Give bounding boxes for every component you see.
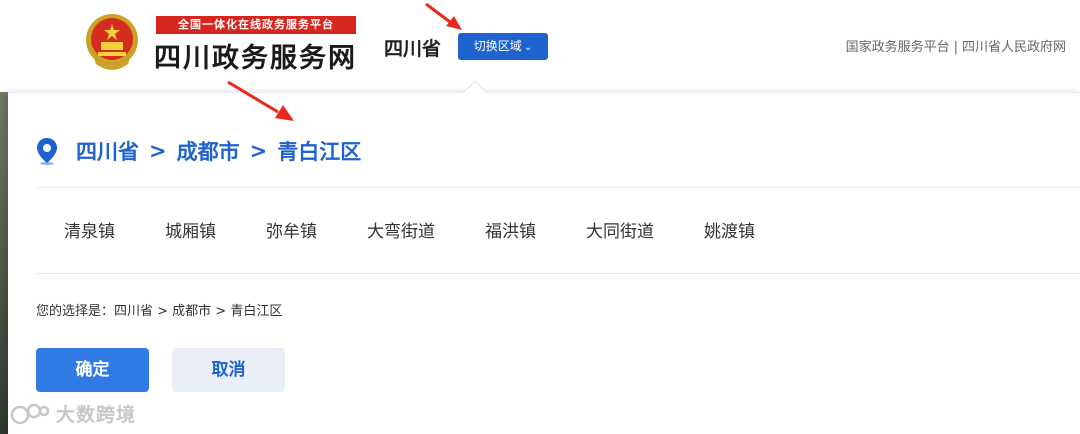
logo-banner: 全国一体化在线政务服务平台 (156, 16, 356, 34)
town-item[interactable]: 清泉镇 (64, 217, 115, 242)
watermark: 大数跨境 (10, 400, 136, 427)
map-pin-icon (37, 138, 57, 165)
link-provincial-government[interactable]: 四川省人民政府网 (962, 40, 1066, 55)
link-national-platform[interactable]: 国家政务服务平台 (846, 40, 950, 55)
panel-pointer-inner (463, 82, 487, 94)
current-region: 四川省 (384, 38, 442, 60)
site-title[interactable]: 四川政务服务网 (154, 36, 357, 75)
watermark-text: 大数跨境 (56, 404, 137, 426)
divider (36, 273, 1080, 274)
town-item[interactable]: 弥牟镇 (266, 217, 317, 242)
selection-summary: 您的选择是：四川省 > 成都市 > 青白江区 (36, 300, 282, 319)
national-emblem-icon (86, 14, 138, 70)
breadcrumb-separator: > (249, 139, 268, 163)
switch-region-label: 切换区域 (473, 39, 522, 53)
site-header: 全国一体化在线政务服务平台 四川政务服务网 四川省 切换区域 ⌄ 国家政务服务平台… (0, 0, 1080, 92)
town-item[interactable]: 城厢镇 (165, 217, 216, 242)
top-links: 国家政务服务平台 | 四川省人民政府网 (846, 36, 1066, 55)
selection-label: 您的选择是： (36, 304, 115, 319)
link-separator: | (953, 40, 958, 55)
breadcrumb-province[interactable]: 四川省 (76, 136, 139, 166)
cancel-button[interactable]: 取消 (172, 348, 285, 392)
breadcrumb-city[interactable]: 成都市 (177, 136, 240, 166)
breadcrumb-separator: > (149, 139, 167, 163)
breadcrumb-district[interactable]: 青白江区 (277, 136, 361, 166)
chevron-down-icon: ⌄ (523, 42, 533, 53)
divider (36, 187, 1080, 188)
background-strip (0, 92, 8, 434)
town-item[interactable]: 大弯街道 (367, 217, 435, 242)
town-item[interactable]: 福洪镇 (485, 217, 536, 242)
town-item[interactable]: 姚渡镇 (704, 217, 755, 242)
confirm-button[interactable]: 确定 (36, 348, 149, 392)
watermark-logo-icon (10, 403, 50, 424)
switch-region-button[interactable]: 切换区域 ⌄ (458, 33, 548, 60)
region-picker-panel: 四川省 > 成都市 > 青白江区 清泉镇 城厢镇 弥牟镇 大弯街道 福洪镇 大同… (8, 92, 1080, 434)
town-list: 清泉镇 城厢镇 弥牟镇 大弯街道 福洪镇 大同街道 姚渡镇 (64, 217, 805, 242)
breadcrumb: 四川省 > 成都市 > 青白江区 (36, 135, 361, 167)
town-item[interactable]: 大同街道 (586, 217, 654, 242)
selection-value: 四川省 > 成都市 > 青白江区 (114, 304, 283, 319)
